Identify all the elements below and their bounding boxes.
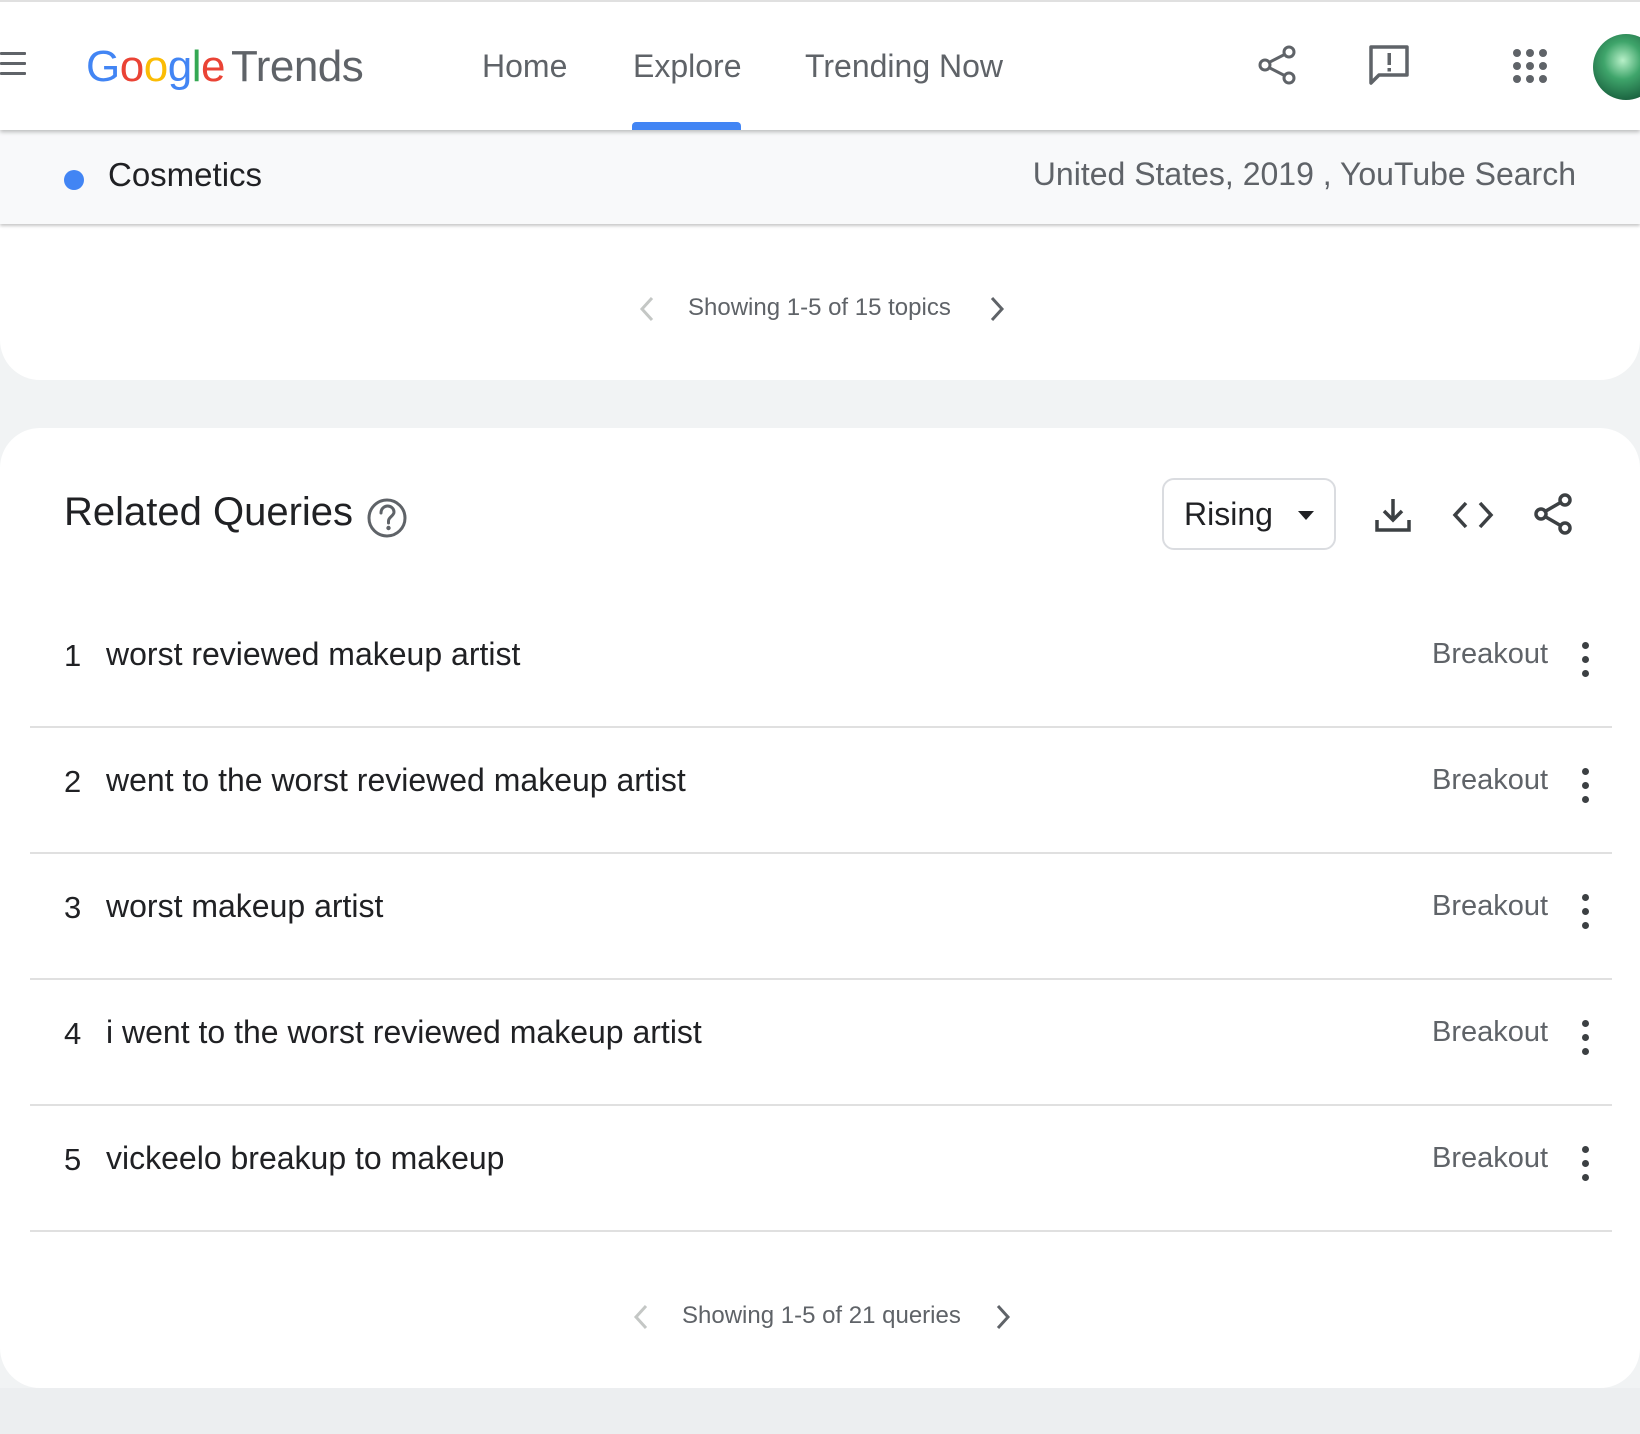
more-options-icon[interactable]: [1578, 642, 1592, 678]
query-row[interactable]: 4 i went to the worst reviewed makeup ar…: [30, 978, 1612, 1106]
row-rank: 1: [64, 638, 82, 673]
query-value: Breakout: [1432, 890, 1549, 922]
search-term-label[interactable]: Cosmetics: [108, 156, 262, 194]
google-trends-logo[interactable]: Google Trends: [86, 42, 364, 92]
tab-explore[interactable]: Explore: [633, 48, 742, 85]
menu-icon[interactable]: [0, 52, 28, 78]
row-rank: 3: [64, 890, 82, 925]
prev-page-icon[interactable]: [636, 296, 660, 322]
download-icon[interactable]: [1374, 496, 1412, 534]
query-value: Breakout: [1432, 1016, 1549, 1048]
query-row[interactable]: 2 went to the worst reviewed makeup arti…: [30, 726, 1612, 854]
active-tab-indicator: [632, 122, 741, 130]
more-options-icon[interactable]: [1578, 768, 1592, 804]
more-options-icon[interactable]: [1578, 894, 1592, 930]
term-color-dot: [64, 170, 84, 190]
row-rank: 4: [64, 1016, 82, 1051]
prev-page-icon[interactable]: [630, 1304, 654, 1330]
dropdown-arrow-icon: [1298, 511, 1314, 520]
next-page-icon[interactable]: [990, 1304, 1014, 1330]
query-link[interactable]: i went to the worst reviewed makeup arti…: [106, 1014, 702, 1051]
help-icon[interactable]: [366, 497, 408, 539]
search-context[interactable]: United States, 2019 , YouTube Search: [1033, 156, 1576, 193]
share-icon[interactable]: [1256, 44, 1298, 86]
query-row[interactable]: 1 worst reviewed makeup artist Breakout: [30, 600, 1612, 728]
dropdown-selected-value: Rising: [1184, 496, 1273, 532]
more-options-icon[interactable]: [1578, 1146, 1592, 1182]
page-background: [0, 1388, 1640, 1434]
next-page-icon[interactable]: [984, 296, 1008, 322]
query-link[interactable]: worst reviewed makeup artist: [106, 636, 520, 673]
query-value: Breakout: [1432, 638, 1549, 670]
share-icon[interactable]: [1532, 492, 1574, 536]
topics-pager-text: Showing 1-5 of 15 topics: [688, 294, 951, 321]
query-link[interactable]: vickeelo breakup to makeup: [106, 1140, 504, 1177]
sort-dropdown[interactable]: Rising: [1162, 478, 1336, 550]
query-link[interactable]: went to the worst reviewed makeup artist: [106, 762, 686, 799]
query-row[interactable]: 3 worst makeup artist Breakout: [30, 852, 1612, 980]
more-options-icon[interactable]: [1578, 1020, 1592, 1056]
tab-home[interactable]: Home: [482, 48, 567, 85]
queries-pager-text: Showing 1-5 of 21 queries: [682, 1302, 961, 1329]
row-rank: 2: [64, 764, 82, 799]
apps-grid-icon[interactable]: [1512, 48, 1548, 84]
tab-trending-now[interactable]: Trending Now: [805, 48, 1003, 85]
query-value: Breakout: [1432, 764, 1549, 796]
embed-code-icon[interactable]: [1452, 498, 1494, 532]
row-rank: 5: [64, 1142, 82, 1177]
query-value: Breakout: [1432, 1142, 1549, 1174]
avatar[interactable]: [1593, 34, 1640, 100]
query-row[interactable]: 5 vickeelo breakup to makeup Breakout: [30, 1104, 1612, 1232]
top-app-bar: Google Trends Home Explore Trending Now: [0, 0, 1640, 130]
section-title: Related Queries: [64, 490, 354, 534]
feedback-icon[interactable]: [1368, 44, 1410, 86]
query-link[interactable]: worst makeup artist: [106, 888, 383, 925]
